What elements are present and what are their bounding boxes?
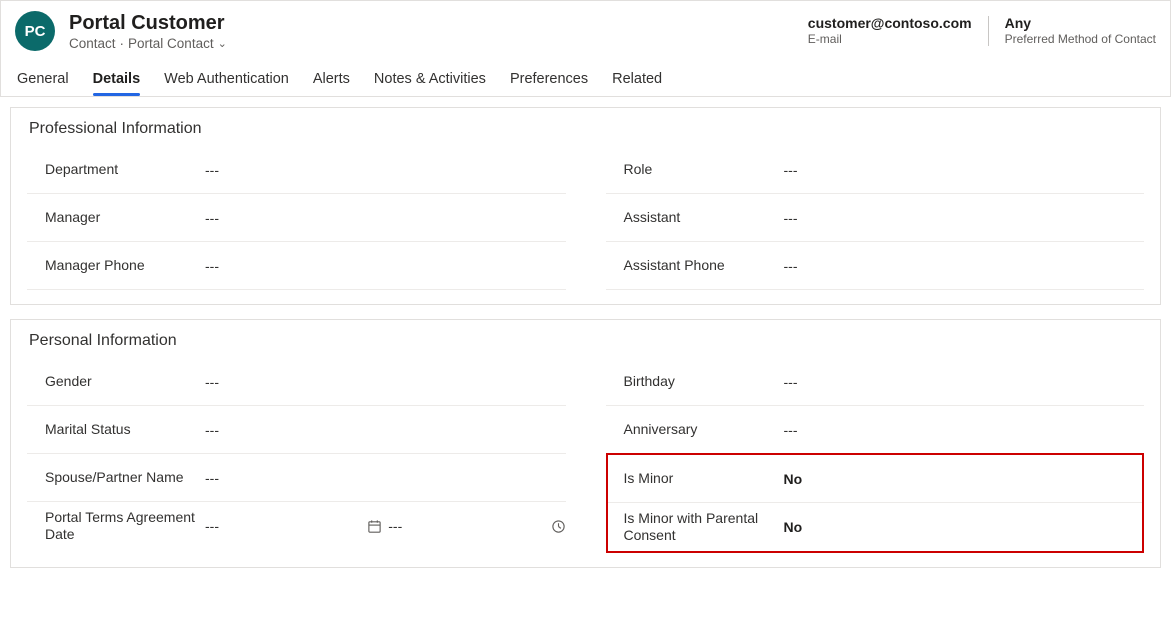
field-anniversary[interactable]: Anniversary --- bbox=[606, 406, 1145, 454]
field-gender[interactable]: Gender --- bbox=[27, 358, 566, 406]
summary-contact-method[interactable]: Any Preferred Method of Contact bbox=[1005, 14, 1156, 48]
professional-right-col: Role --- Assistant --- Assistant Phone -… bbox=[606, 146, 1145, 290]
value-terms-time: --- bbox=[388, 518, 542, 534]
field-terms-agreement-date[interactable]: Portal Terms Agreement Date --- bbox=[27, 502, 566, 550]
section-title-professional: Professional Information bbox=[29, 120, 1144, 138]
label-is-minor-consent: Is Minor with Parental Consent bbox=[624, 510, 784, 545]
section-professional: Professional Information Department --- … bbox=[10, 107, 1161, 305]
label-gender: Gender bbox=[45, 373, 205, 391]
label-terms-agreement-date: Portal Terms Agreement Date bbox=[45, 509, 205, 544]
label-department: Department bbox=[45, 161, 205, 179]
tab-details[interactable]: Details bbox=[93, 65, 141, 96]
content-area: Professional Information Department --- … bbox=[0, 97, 1171, 592]
label-manager: Manager bbox=[45, 209, 205, 227]
entity-name: Contact bbox=[69, 36, 116, 51]
tab-row: General Details Web Authentication Alert… bbox=[15, 65, 1156, 96]
label-is-minor: Is Minor bbox=[624, 470, 784, 488]
subtitle-separator: · bbox=[120, 36, 125, 51]
date-part[interactable]: --- bbox=[205, 518, 382, 534]
section-personal: Personal Information Gender --- Marital … bbox=[10, 319, 1161, 568]
record-title: Portal Customer bbox=[69, 12, 227, 35]
value-manager-phone: --- bbox=[205, 248, 566, 284]
value-manager: --- bbox=[205, 200, 566, 236]
value-anniversary: --- bbox=[784, 412, 1145, 448]
tab-notes-activities[interactable]: Notes & Activities bbox=[374, 65, 486, 96]
value-is-minor: No bbox=[784, 461, 1143, 497]
summary-email-label: E-mail bbox=[808, 32, 972, 48]
summary-contact-method-label: Preferred Method of Contact bbox=[1005, 32, 1156, 48]
record-identity: PC Portal Customer Contact · Portal Cont… bbox=[15, 11, 227, 51]
header-summary: customer@contoso.com E-mail Any Preferre… bbox=[808, 14, 1156, 48]
label-marital-status: Marital Status bbox=[45, 421, 205, 439]
field-department[interactable]: Department --- bbox=[27, 146, 566, 194]
calendar-icon bbox=[367, 519, 382, 534]
personal-right-col: Birthday --- Anniversary --- Is Minor No… bbox=[606, 358, 1145, 553]
summary-email[interactable]: customer@contoso.com E-mail bbox=[808, 14, 972, 48]
tab-preferences[interactable]: Preferences bbox=[510, 65, 588, 96]
tab-alerts[interactable]: Alerts bbox=[313, 65, 350, 96]
field-marital-status[interactable]: Marital Status --- bbox=[27, 406, 566, 454]
field-assistant-phone[interactable]: Assistant Phone --- bbox=[606, 242, 1145, 290]
field-manager[interactable]: Manager --- bbox=[27, 194, 566, 242]
avatar: PC bbox=[15, 11, 55, 51]
value-gender: --- bbox=[205, 364, 566, 400]
time-part[interactable]: --- bbox=[388, 518, 565, 534]
value-birthday: --- bbox=[784, 364, 1145, 400]
field-assistant[interactable]: Assistant --- bbox=[606, 194, 1145, 242]
label-assistant-phone: Assistant Phone bbox=[624, 257, 784, 275]
field-is-minor[interactable]: Is Minor No bbox=[608, 455, 1143, 503]
field-birthday[interactable]: Birthday --- bbox=[606, 358, 1145, 406]
value-assistant-phone: --- bbox=[784, 248, 1145, 284]
value-role: --- bbox=[784, 152, 1145, 188]
personal-left-col: Gender --- Marital Status --- Spouse/Par… bbox=[27, 358, 566, 553]
section-title-personal: Personal Information bbox=[29, 332, 1144, 350]
field-role[interactable]: Role --- bbox=[606, 146, 1145, 194]
clock-icon bbox=[551, 519, 566, 534]
professional-left-col: Department --- Manager --- Manager Phone… bbox=[27, 146, 566, 290]
label-spouse: Spouse/Partner Name bbox=[45, 469, 205, 487]
summary-email-value: customer@contoso.com bbox=[808, 14, 972, 32]
value-terms-date: --- bbox=[205, 518, 359, 534]
label-manager-phone: Manager Phone bbox=[45, 257, 205, 275]
label-birthday: Birthday bbox=[624, 373, 784, 391]
value-spouse: --- bbox=[205, 460, 566, 496]
value-assistant: --- bbox=[784, 200, 1145, 236]
form-name: Portal Contact bbox=[128, 36, 214, 51]
label-role: Role bbox=[624, 161, 784, 179]
value-department: --- bbox=[205, 152, 566, 188]
chevron-down-icon: ⌄ bbox=[218, 37, 227, 50]
header-top-row: PC Portal Customer Contact · Portal Cont… bbox=[15, 11, 1156, 65]
form-header: PC Portal Customer Contact · Portal Cont… bbox=[0, 0, 1171, 97]
field-is-minor-consent[interactable]: Is Minor with Parental Consent No bbox=[608, 503, 1143, 551]
tab-general[interactable]: General bbox=[17, 65, 69, 96]
value-is-minor-consent: No bbox=[784, 509, 1143, 545]
field-spouse[interactable]: Spouse/Partner Name --- bbox=[27, 454, 566, 502]
summary-contact-method-value: Any bbox=[1005, 14, 1156, 32]
value-marital-status: --- bbox=[205, 412, 566, 448]
tab-web-authentication[interactable]: Web Authentication bbox=[164, 65, 289, 96]
highlight-box: Is Minor No Is Minor with Parental Conse… bbox=[606, 453, 1145, 553]
label-anniversary: Anniversary bbox=[624, 421, 784, 439]
tab-related[interactable]: Related bbox=[612, 65, 662, 96]
field-manager-phone[interactable]: Manager Phone --- bbox=[27, 242, 566, 290]
form-switcher[interactable]: Portal Contact ⌄ bbox=[128, 36, 227, 51]
divider bbox=[988, 16, 989, 46]
label-assistant: Assistant bbox=[624, 209, 784, 227]
